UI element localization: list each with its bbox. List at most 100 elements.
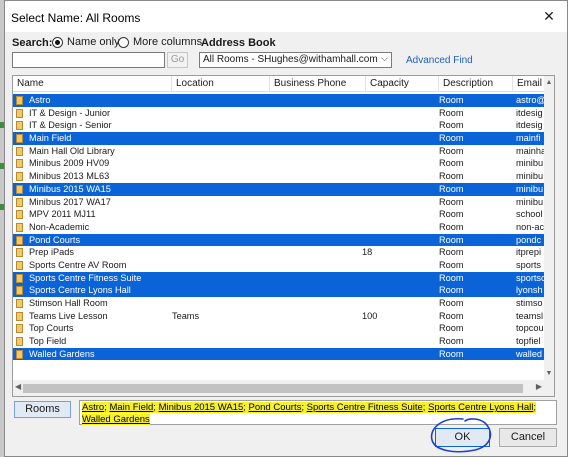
- selected-room-name[interactable]: Pond Courts: [249, 402, 302, 413]
- cell-capacity: 18: [362, 247, 373, 258]
- rooms-list: Name Location Business Phone Capacity De…: [12, 75, 555, 397]
- cell-description: Room: [439, 285, 464, 296]
- column-header-capacity[interactable]: Capacity: [366, 76, 439, 92]
- cell-name: Sports Centre Lyons Hall: [29, 285, 131, 296]
- advanced-find-link[interactable]: Advanced Find: [406, 55, 473, 66]
- rooms-button[interactable]: Rooms: [14, 401, 71, 418]
- search-input[interactable]: [12, 52, 165, 68]
- cell-email: teamsl: [516, 310, 544, 321]
- table-row[interactable]: Walled Gardens Room walled: [13, 347, 544, 361]
- cell-description: Room: [439, 247, 464, 258]
- cell-name: Main Hall Old Library: [29, 145, 115, 156]
- selected-rooms-field[interactable]: Astro; Main Field; Minibus 2015 WA15; Po…: [79, 400, 557, 425]
- selected-room-name[interactable]: Main Field: [109, 402, 153, 413]
- close-icon[interactable]: ✕: [537, 5, 561, 27]
- name-separator: ;: [422, 402, 426, 413]
- table-row[interactable]: Minibus 2013 ML63 Room minibu: [13, 170, 544, 183]
- radio-name-only[interactable]: Name only: [52, 36, 120, 48]
- cell-email: minibu: [516, 183, 544, 194]
- cell-email: pondc: [516, 234, 542, 245]
- table-row[interactable]: Sports Centre AV Room Room sports: [13, 259, 544, 272]
- table-row[interactable]: IT & Design - Junior Room itdesig: [13, 107, 544, 120]
- room-icon: [16, 273, 23, 283]
- selected-room-name[interactable]: Sports Centre Lyons Hall: [428, 402, 533, 413]
- cell-name: Non-Academic: [29, 221, 90, 232]
- cell-name: Astro: [29, 95, 51, 105]
- cell-description: Room: [439, 196, 464, 207]
- address-book-select[interactable]: All Rooms - SHughes@withamhall.com ⌵: [199, 52, 392, 68]
- cell-email: topcou: [516, 323, 544, 334]
- vertical-scrollbar[interactable]: ▲ ▼: [544, 76, 554, 380]
- radio-unselected-indicator: [118, 36, 129, 48]
- cell-name: Minibus 2013 ML63: [29, 171, 110, 182]
- cell-email: sportsc: [516, 272, 544, 283]
- table-row[interactable]: Sports Centre Lyons Hall Room lyonsh: [13, 284, 544, 297]
- selected-room-name[interactable]: Minibus 2015 WA15: [159, 402, 244, 413]
- ok-button[interactable]: OK: [435, 428, 490, 447]
- room-icon: [16, 337, 23, 347]
- cell-email: stimso: [516, 298, 543, 308]
- scroll-right-icon[interactable]: ▶: [536, 382, 542, 391]
- cell-name: Sports Centre Fitness Suite: [29, 272, 142, 283]
- cell-description: Room: [439, 259, 464, 270]
- table-row[interactable]: Teams Live Lesson Teams 100 Room teamsl: [13, 310, 544, 323]
- table-row[interactable]: Minibus 2015 WA15 Room minibu: [13, 182, 544, 196]
- column-header-name[interactable]: Name: [13, 76, 172, 92]
- column-header-row: Name Location Business Phone Capacity De…: [13, 76, 554, 92]
- selected-room-name[interactable]: Walled Gardens: [82, 414, 150, 425]
- horizontal-scrollbar[interactable]: ◀ ▶: [13, 380, 544, 396]
- address-book-label: Address Book: [201, 37, 276, 49]
- room-icon: [16, 349, 23, 359]
- room-icon: [16, 210, 23, 220]
- column-header-location[interactable]: Location: [172, 76, 270, 92]
- room-icon: [16, 197, 23, 207]
- table-row[interactable]: Minibus 2017 WA17 Room minibu: [13, 196, 544, 209]
- table-row[interactable]: Non-Academic Room non-ac: [13, 221, 544, 234]
- cell-name: Main Field: [29, 133, 72, 144]
- name-separator: ;: [153, 402, 156, 413]
- horizontal-scroll-thumb[interactable]: [23, 384, 523, 393]
- cell-name: Prep iPads: [29, 247, 74, 258]
- cell-name: Top Courts: [29, 323, 74, 334]
- scroll-down-icon[interactable]: ▼: [544, 370, 554, 377]
- table-row[interactable]: Top Courts Room topcou: [13, 322, 544, 335]
- go-button[interactable]: Go: [167, 52, 188, 68]
- selected-room-name[interactable]: Sports Centre Fitness Suite: [307, 402, 423, 413]
- cell-description: Room: [439, 171, 464, 182]
- cell-description: Room: [439, 234, 464, 245]
- table-row[interactable]: Stimson Hall Room Room stimso: [13, 297, 544, 310]
- scroll-left-icon[interactable]: ◀: [15, 382, 21, 391]
- name-separator: ;: [243, 402, 246, 413]
- room-icon: [16, 260, 23, 270]
- cell-description: Room: [439, 120, 464, 131]
- table-row[interactable]: Astro Room astro@: [13, 94, 544, 107]
- name-separator: ;: [533, 402, 536, 413]
- table-row[interactable]: Minibus 2009 HV09 Room minibu: [13, 157, 544, 170]
- cell-description: Room: [439, 95, 464, 105]
- table-row[interactable]: Top Field Room topfiel: [13, 335, 544, 348]
- scroll-up-icon[interactable]: ▲: [544, 79, 554, 86]
- cancel-button[interactable]: Cancel: [499, 428, 557, 447]
- column-header-description[interactable]: Description: [439, 76, 513, 92]
- cell-description: Room: [439, 336, 464, 347]
- table-row[interactable]: IT & Design - Senior Room itdesig: [13, 119, 544, 132]
- cell-email: minibu: [516, 196, 544, 207]
- radio-more-columns[interactable]: More columns: [118, 36, 202, 48]
- radio-selected-indicator: [52, 36, 63, 48]
- table-row[interactable]: MPV 2011 MJ11 Room school: [13, 208, 544, 221]
- table-row[interactable]: Main Field Room mainfi: [13, 132, 544, 145]
- column-header-business-phone[interactable]: Business Phone: [270, 76, 366, 92]
- table-row[interactable]: Main Hall Old Library Room mainha: [13, 145, 544, 158]
- table-row[interactable]: Sports Centre Fitness Suite Room sportsc: [13, 271, 544, 285]
- cell-email: itdesig: [516, 120, 543, 131]
- cell-name: Walled Gardens: [29, 348, 95, 359]
- radio-more-columns-label: More columns: [133, 36, 203, 48]
- cell-name: Top Field: [29, 336, 67, 347]
- selected-room-name[interactable]: Astro: [82, 402, 104, 413]
- table-row[interactable]: Prep iPads 18 Room itprepi: [13, 246, 544, 259]
- cell-description: Room: [439, 158, 464, 169]
- selected-rooms-highlight: Astro; Main Field; Minibus 2015 WA15; Po…: [82, 402, 536, 425]
- table-row[interactable]: Pond Courts Room pondc: [13, 233, 544, 247]
- select-name-dialog: Select Name: All Rooms ✕ Search: Name on…: [4, 0, 568, 457]
- room-icon: [16, 159, 23, 169]
